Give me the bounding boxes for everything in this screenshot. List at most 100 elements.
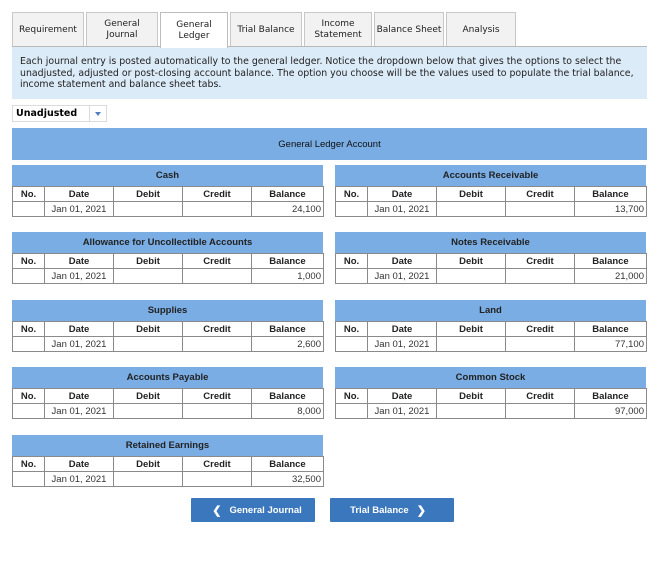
- column-header: Credit: [182, 456, 252, 472]
- account-title: Cash: [12, 165, 323, 186]
- balance-type-dropdown[interactable]: Unadjusted: [12, 105, 107, 122]
- column-header: No.: [335, 321, 368, 337]
- account-supplies: Supplies No. Date Debit Credit Balance Jan 01,…: [12, 300, 324, 352]
- cell-no: [12, 403, 45, 419]
- cell-debit: [113, 471, 183, 487]
- account-notes-receivable: Notes Receivable No. Date Debit Credit Balanc…: [335, 232, 647, 284]
- dropdown-selected-value: Unadjusted: [16, 108, 78, 119]
- column-header: No.: [335, 186, 368, 202]
- cell-balance: 32,500: [251, 471, 324, 487]
- column-header: Credit: [182, 388, 252, 404]
- header-row: No. Date Debit Credit Balance: [12, 253, 324, 269]
- column-header: Balance: [574, 253, 647, 269]
- cell-no: [335, 201, 368, 217]
- column-header: No.: [12, 321, 45, 337]
- tab-trial-balance[interactable]: Trial Balance: [230, 12, 302, 47]
- account-land: Land No. Date Debit Credit Balance Jan 01, 202…: [335, 300, 647, 352]
- cell-credit: [182, 201, 252, 217]
- column-header: No.: [12, 388, 45, 404]
- column-header: No.: [12, 186, 45, 202]
- header-row: No. Date Debit Credit Balance: [335, 388, 647, 404]
- column-header: No.: [12, 253, 45, 269]
- column-header: Credit: [182, 253, 252, 269]
- account-table: No. Date Debit Credit Balance Jan 01, 2021 8,0…: [12, 388, 324, 419]
- cell-debit: [113, 268, 183, 284]
- cell-debit: [436, 336, 506, 352]
- tab-requirement[interactable]: Requirement: [12, 12, 84, 47]
- cell-credit: [505, 403, 575, 419]
- table-row: Jan 01, 2021 77,100: [335, 336, 647, 352]
- account-title: Land: [335, 300, 646, 321]
- column-header: Date: [367, 186, 437, 202]
- table-row: Jan 01, 2021 21,000: [335, 268, 647, 284]
- prev-button-label: General Journal: [229, 504, 302, 516]
- tab-general-ledger[interactable]: General Ledger: [160, 12, 228, 48]
- column-header: Credit: [505, 253, 575, 269]
- cell-debit: [436, 201, 506, 217]
- column-header: Balance: [251, 388, 324, 404]
- cell-date: Jan 01, 2021: [367, 268, 437, 284]
- cell-balance: 21,000: [574, 268, 647, 284]
- table-row: Jan 01, 2021 1,000: [12, 268, 324, 284]
- column-header: Debit: [436, 186, 506, 202]
- column-header: Debit: [113, 321, 183, 337]
- column-header: Debit: [113, 456, 183, 472]
- table-row: Jan 01, 2021 13,700: [335, 201, 647, 217]
- column-header: Credit: [182, 186, 252, 202]
- dropdown-arrow-icon[interactable]: [89, 106, 106, 121]
- prev-general-journal-button[interactable]: ❮ General Journal: [191, 498, 315, 522]
- account-title: Common Stock: [335, 367, 646, 388]
- cell-date: Jan 01, 2021: [44, 471, 114, 487]
- tab-income-statement[interactable]: Income Statement: [304, 12, 372, 47]
- column-header: No.: [335, 388, 368, 404]
- cell-balance: 24,100: [251, 201, 324, 217]
- cell-credit: [505, 336, 575, 352]
- account-retained-earnings: Retained Earnings No. Date Debit Credit Balan…: [12, 435, 324, 487]
- cell-date: Jan 01, 2021: [44, 403, 114, 419]
- cell-no: [335, 403, 368, 419]
- tab-analysis[interactable]: Analysis: [446, 12, 516, 47]
- column-header: Credit: [505, 186, 575, 202]
- tab-balance-sheet[interactable]: Balance Sheet: [374, 12, 444, 47]
- tab-label: General Ledger: [176, 19, 212, 41]
- account-table: No. Date Debit Credit Balance Jan 01, 2021 2,6…: [12, 321, 324, 352]
- header-row: No. Date Debit Credit Balance: [12, 321, 324, 337]
- account-table: No. Date Debit Credit Balance Jan 01, 2021 21,…: [335, 253, 647, 284]
- table-row: Jan 01, 2021 2,600: [12, 336, 324, 352]
- account-common-stock: Common Stock No. Date Debit Credit Balance Jan…: [335, 367, 647, 419]
- cell-debit: [436, 403, 506, 419]
- column-header: Balance: [251, 456, 324, 472]
- column-header: Debit: [436, 253, 506, 269]
- cell-no: [12, 471, 45, 487]
- column-header: Balance: [574, 186, 647, 202]
- account-cash: Cash No. Date Debit Credit Balance Jan 01, 202…: [12, 165, 324, 217]
- column-header: Debit: [113, 388, 183, 404]
- cell-no: [335, 268, 368, 284]
- general-ledger-header: General Ledger Account: [12, 128, 647, 160]
- account-title: Accounts Payable: [12, 367, 323, 388]
- column-header: Balance: [251, 253, 324, 269]
- cell-balance: 13,700: [574, 201, 647, 217]
- header-row: No. Date Debit Credit Balance: [12, 456, 324, 472]
- column-header: Date: [44, 253, 114, 269]
- account-title: Allowance for Uncollectible Accounts: [12, 232, 323, 253]
- column-header: Debit: [436, 388, 506, 404]
- next-trial-balance-button[interactable]: Trial Balance ❯: [330, 498, 454, 522]
- column-header: Date: [44, 388, 114, 404]
- tab-general-journal[interactable]: General Journal: [86, 12, 158, 47]
- column-header: Date: [44, 186, 114, 202]
- cell-date: Jan 01, 2021: [367, 403, 437, 419]
- cell-date: Jan 01, 2021: [367, 336, 437, 352]
- tab-bar: Requirement General Journal General Ledg…: [12, 12, 518, 48]
- account-title: Accounts Receivable: [335, 165, 646, 186]
- column-header: Date: [44, 321, 114, 337]
- column-header: Date: [367, 321, 437, 337]
- header-row: No. Date Debit Credit Balance: [335, 186, 647, 202]
- cell-debit: [113, 336, 183, 352]
- account-title: Supplies: [12, 300, 323, 321]
- account-title: Retained Earnings: [12, 435, 323, 456]
- account-table: No. Date Debit Credit Balance Jan 01, 2021 77,…: [335, 321, 647, 352]
- column-header: Debit: [436, 321, 506, 337]
- cell-date: Jan 01, 2021: [44, 201, 114, 217]
- column-header: Balance: [574, 321, 647, 337]
